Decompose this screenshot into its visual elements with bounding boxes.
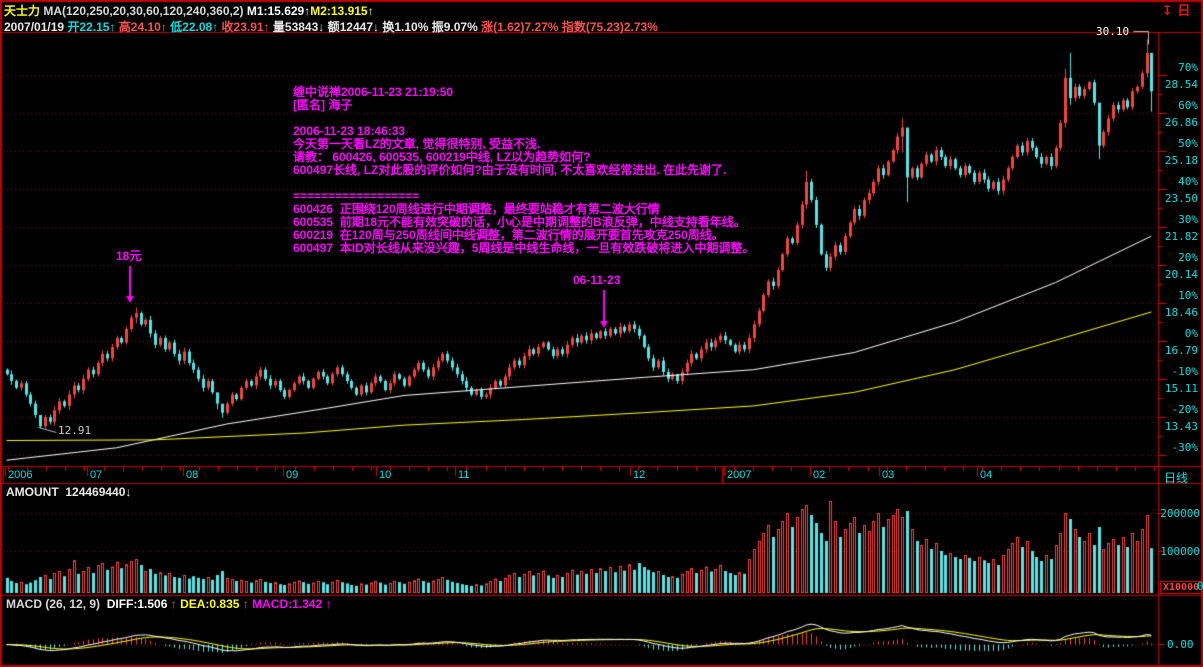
price-axis-price-label: 23.50	[1158, 192, 1198, 205]
comment-line: 缠中说禅2006-11-23 21:19:50	[293, 86, 754, 99]
price-axis-pct-label: -20%	[1160, 403, 1198, 416]
time-axis-month-label: 08	[186, 469, 198, 481]
time-axis-month-label: 10	[379, 469, 391, 481]
quote-info-bar: 2007/01/19 开22.15↑ 高24.10↑ 低22.08↑ 收23.9…	[4, 18, 658, 35]
price-axis-price-label: 15.11	[1158, 382, 1198, 395]
price-axis-pct-label: 30%	[1160, 213, 1198, 226]
macd-segment: DIFF:1.506	[107, 597, 168, 611]
price-axis-pct-label: 70%	[1160, 61, 1198, 74]
macd-segment: MACD (26, 12, 9)	[6, 597, 107, 611]
macd-zero-label: 0.00	[1167, 638, 1194, 651]
title-segment: M1:15.629	[247, 4, 304, 18]
callout-label: 06-11-23	[573, 274, 620, 287]
price-axis-price-label: 16.79	[1158, 344, 1198, 357]
volume-header-label: AMOUNT	[6, 485, 59, 499]
comment-line: 600497 本ID对长线从来没兴趣，5周线是中线生命线，一旦有效跌破将进入中期…	[293, 242, 754, 255]
title-segment: ↑	[368, 4, 374, 18]
time-axis-month-label: 04	[980, 469, 992, 481]
title-segment: M2:13.915	[310, 4, 367, 18]
price-axis-price-label: 13.43	[1158, 420, 1198, 433]
price-axis-pct-label: 10%	[1160, 289, 1198, 302]
volume-unit-label: X10000	[1160, 581, 1202, 594]
price-axis-pct-label: -30%	[1160, 441, 1198, 454]
price-axis-pct-label: 60%	[1160, 99, 1198, 112]
title-segment: MA(120,250,20,30,60,120,240,360,2)	[40, 4, 247, 18]
time-axis-month-label: 09	[286, 469, 298, 481]
macd-segment: ↑	[322, 597, 331, 611]
title-bar: 天士力 MA(120,250,20,30,60,120,240,360,2) M…	[4, 2, 374, 19]
macd-segment: ↑	[239, 597, 252, 611]
price-axis-pct-label: 50%	[1160, 137, 1198, 150]
scroll-down-icon[interactable]: ↧	[1162, 3, 1173, 18]
stock-chart-window: { "window": { "title_segments": [ {"t": …	[0, 0, 1203, 667]
price-tag: 30.10	[1096, 25, 1129, 38]
time-axis-month-label: 2006	[8, 469, 32, 481]
macd-segment: DEA:0.835	[180, 597, 239, 611]
price-axis-pct-label: 0%	[1160, 327, 1198, 340]
price-axis-price-label: 26.86	[1158, 116, 1198, 129]
comment-line: 600497长线, LZ对此股的评价如何?由于没有时间, 不太喜欢经常进出. 在…	[293, 164, 754, 177]
volume-zero-label: 0	[1197, 580, 1203, 593]
title-segment: 天士力	[4, 4, 40, 18]
time-axis-month-label: 2007	[727, 469, 751, 481]
time-axis-month-label: 12	[633, 469, 645, 481]
quote-segment: 额12447↓	[328, 20, 383, 34]
period-label[interactable]: 日线	[1164, 469, 1188, 486]
price-axis-price-label: 21.82	[1158, 230, 1198, 243]
quote-segment: 高24.10↑	[119, 20, 170, 34]
macd-segment: ↑	[167, 597, 180, 611]
price-axis-pct-label: 20%	[1160, 251, 1198, 264]
price-axis-price-label: 18.46	[1158, 306, 1198, 319]
time-axis-month-label: 03	[882, 469, 894, 481]
price-tag: 12.91	[58, 424, 91, 437]
quote-segment: 振9.07%	[432, 20, 481, 34]
macd-segment: MACD:1.342	[252, 597, 322, 611]
forum-comment-annotation: 缠中说禅2006-11-23 21:19:50[匿名] 海子 2006-11-2…	[293, 86, 754, 255]
time-axis-month-label: 02	[813, 469, 825, 481]
calendar-day-icon[interactable]: 日	[1177, 3, 1190, 18]
callout-label: 18元	[116, 250, 141, 263]
macd-header: MACD (26, 12, 9) DIFF:1.506 ↑ DEA:0.835 …	[6, 597, 331, 611]
quote-segment: 开22.15↑	[67, 20, 118, 34]
volume-down-arrow: ↓	[125, 485, 131, 499]
price-axis-pct-label: 40%	[1160, 175, 1198, 188]
volume-axis-label: 200000	[1158, 507, 1200, 520]
time-axis-month-label: 11	[458, 469, 469, 481]
corner-toolbar: ↧ 日	[1162, 0, 1190, 20]
time-axis-month-label: 07	[90, 469, 102, 481]
comment-line: [匿名] 海子	[293, 99, 754, 112]
quote-segment: 换1.10%	[382, 20, 431, 34]
price-axis-price-label: 28.54	[1158, 78, 1198, 91]
quote-segment: 涨(1.62)7.27%	[481, 20, 562, 34]
quote-segment: 低22.08↑	[170, 20, 221, 34]
quote-segment: 收23.91↑	[222, 20, 273, 34]
volume-axis-label: 100000	[1158, 545, 1200, 558]
volume-header: AMOUNT 124469440↓	[6, 485, 131, 499]
price-axis-pct-label: -10%	[1160, 365, 1198, 378]
quote-segment: 量53843↓	[273, 20, 328, 34]
volume-header-value: 124469440	[65, 485, 125, 499]
quote-segment: 2007/01/19	[4, 20, 67, 34]
price-axis-price-label: 25.18	[1158, 154, 1198, 167]
price-axis-price-label: 20.14	[1158, 268, 1198, 281]
quote-segment: 指数(75.23)2.73%	[562, 20, 658, 34]
